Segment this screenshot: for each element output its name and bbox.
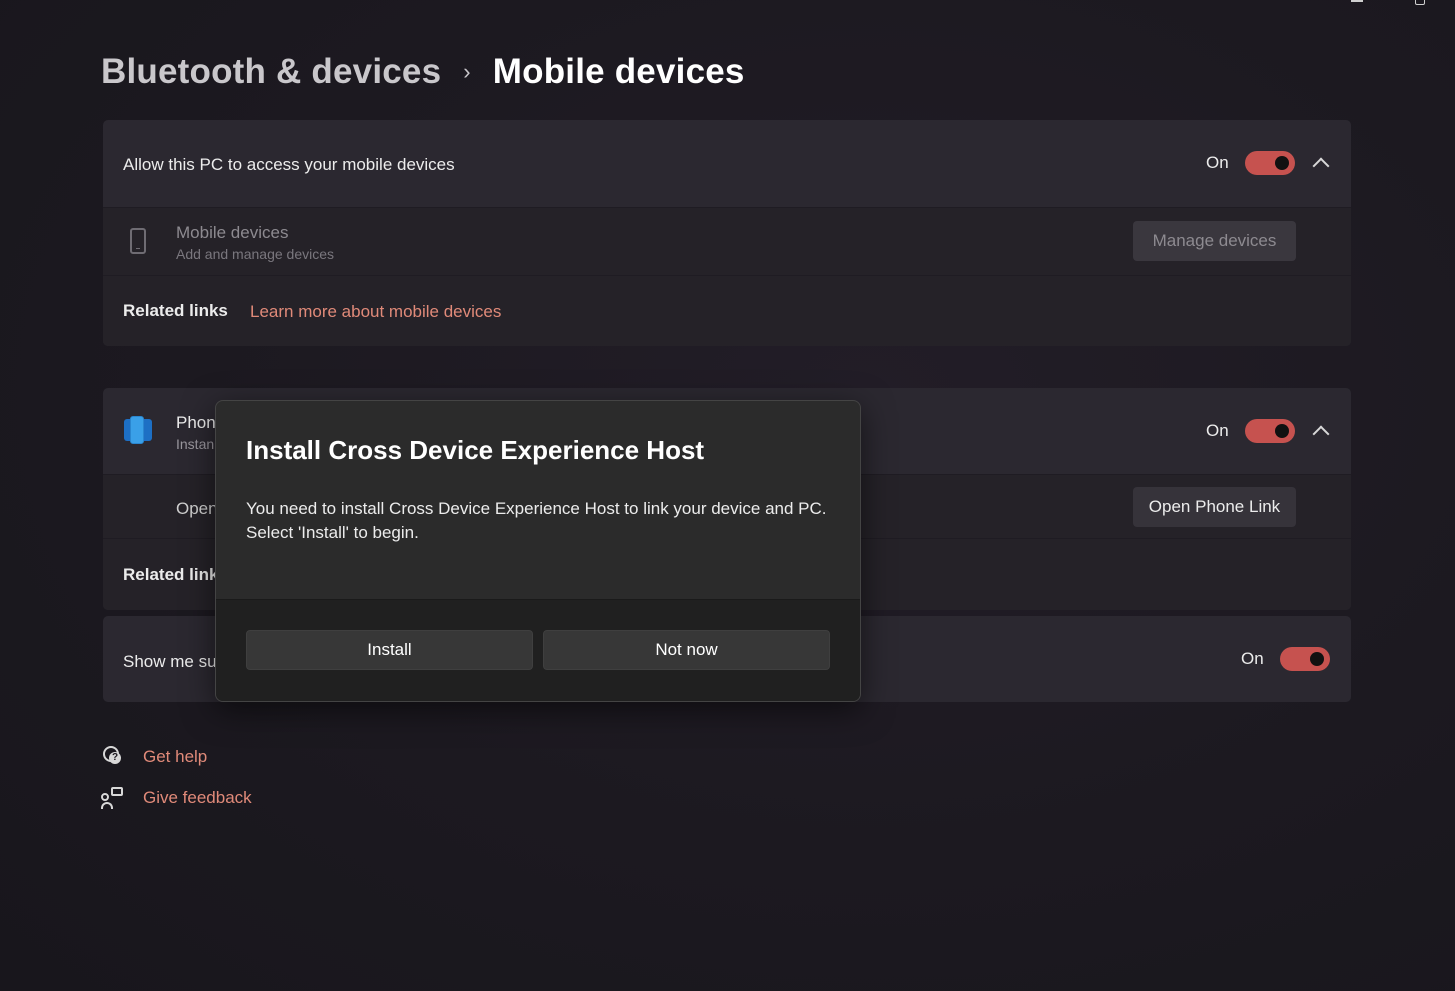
chevron-up-icon[interactable] — [1312, 425, 1330, 443]
allow-access-row[interactable]: Allow this PC to access your mobile devi… — [103, 120, 1351, 207]
feedback-icon — [101, 787, 123, 809]
toggle-state-label: On — [1206, 421, 1229, 440]
phone-icon — [130, 228, 146, 254]
minimize-icon[interactable] — [1351, 0, 1363, 2]
learn-more-link[interactable]: Learn more about mobile devices — [250, 302, 501, 322]
not-now-button[interactable]: Not now — [543, 630, 830, 670]
related-links-label: Related link — [123, 565, 219, 584]
toggle-knob — [1274, 156, 1289, 170]
chevron-up-icon[interactable] — [1312, 157, 1330, 175]
dialog-footer: Install Not now — [216, 599, 860, 701]
get-help-link[interactable]: ? Get help — [101, 746, 207, 768]
phone-link-title: Phon — [176, 413, 216, 432]
toggle-state-label: On — [1241, 649, 1264, 668]
phone-link-icon — [124, 416, 152, 444]
toggle-state-label: On — [1206, 153, 1229, 172]
install-button[interactable]: Install — [246, 630, 533, 670]
related-links-row: Related links Learn more about mobile de… — [103, 275, 1351, 346]
breadcrumb-parent[interactable]: Bluetooth & devices — [101, 52, 441, 92]
breadcrumb: Bluetooth & devices › Mobile devices — [101, 52, 745, 92]
page-title: Mobile devices — [492, 52, 745, 91]
mobile-devices-title: Mobile devices — [176, 223, 289, 242]
give-feedback-label: Give feedback — [143, 788, 252, 807]
phone-link-toggle[interactable] — [1244, 419, 1295, 443]
phone-link-toggle-group: On — [1206, 419, 1295, 443]
dialog-body: You need to install Cross Device Experie… — [246, 497, 846, 545]
suggestions-label: Show me su — [123, 652, 217, 671]
restore-icon[interactable] — [1415, 0, 1425, 5]
allow-access-card: Allow this PC to access your mobile devi… — [103, 120, 1351, 346]
suggestions-toggle-group: On — [1241, 647, 1330, 671]
open-phone-link-label: Open — [176, 499, 218, 518]
suggestions-toggle[interactable] — [1279, 647, 1330, 671]
toggle-knob — [1309, 652, 1324, 666]
toggle-knob — [1274, 424, 1289, 438]
open-phone-link-button[interactable]: Open Phone Link — [1133, 487, 1296, 527]
get-help-label: Get help — [143, 747, 208, 766]
install-dialog: Install Cross Device Experience Host You… — [215, 400, 861, 702]
give-feedback-link[interactable]: Give feedback — [101, 787, 252, 809]
phone-link-subtitle: Instan — [176, 436, 215, 452]
allow-access-toggle[interactable] — [1244, 151, 1295, 175]
dialog-body-line-1: You need to install Cross Device Experie… — [246, 499, 827, 518]
mobile-devices-subtitle: Add and manage devices — [176, 246, 334, 262]
mobile-devices-row: Mobile devices Add and manage devices Ma… — [103, 207, 1351, 275]
allow-access-label: Allow this PC to access your mobile devi… — [123, 155, 455, 174]
allow-access-toggle-group: On — [1206, 151, 1295, 175]
dialog-title: Install Cross Device Experience Host — [246, 435, 705, 465]
breadcrumb-separator-icon: › — [463, 59, 471, 84]
manage-devices-button[interactable]: Manage devices — [1133, 221, 1296, 261]
related-links-label: Related links — [123, 301, 228, 320]
dialog-body-line-2: Select 'Install' to begin. — [246, 523, 419, 542]
help-icon: ? — [101, 746, 123, 768]
